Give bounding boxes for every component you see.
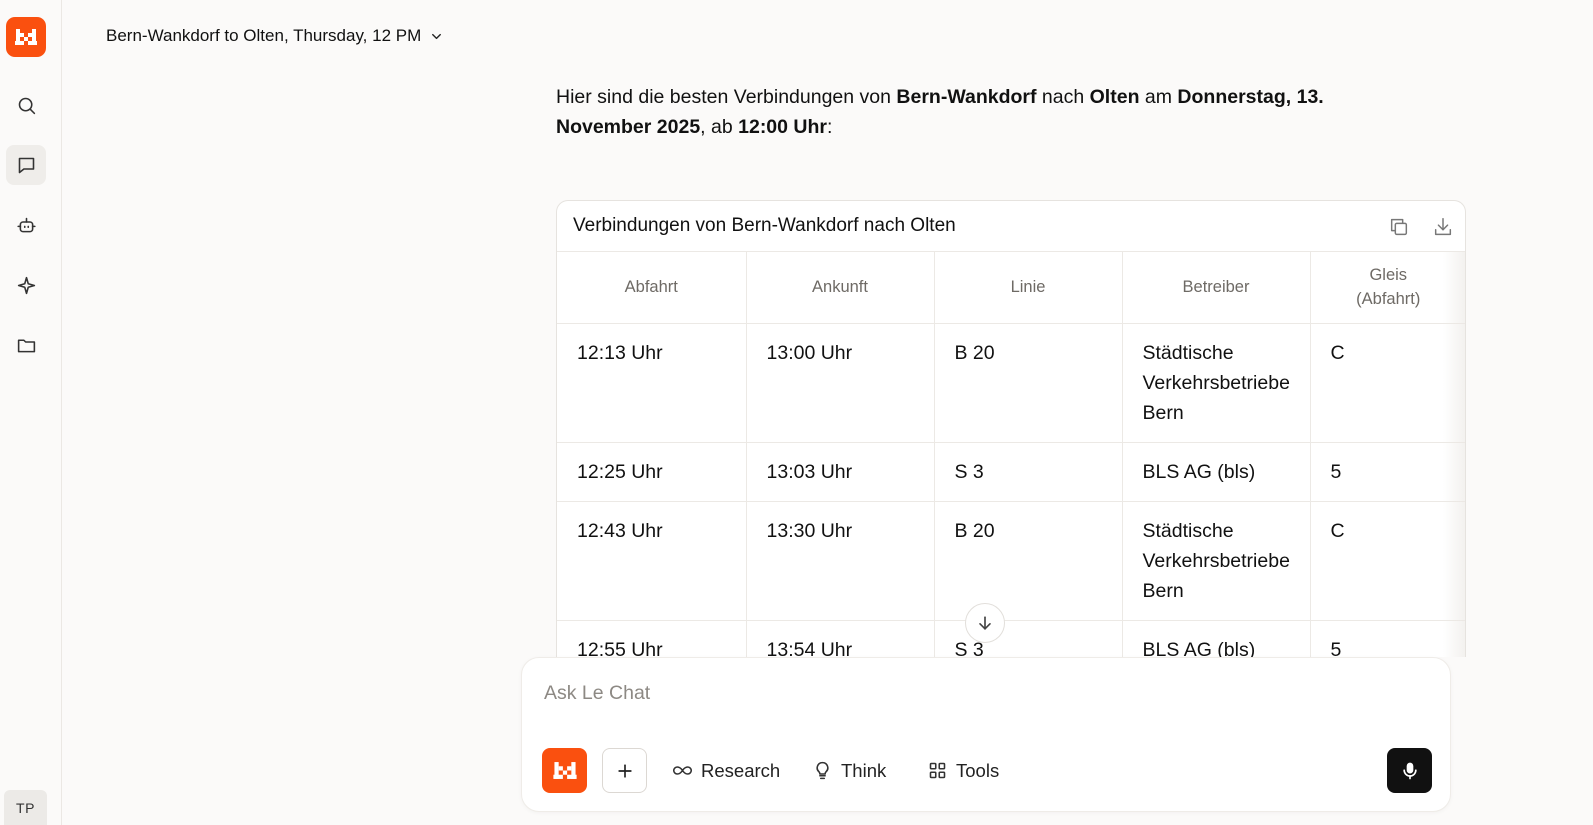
table-cell: 13:54 Uhr (746, 620, 935, 657)
mistral-logo-button[interactable] (6, 17, 46, 57)
add-attachment-button[interactable] (602, 748, 647, 793)
intro-text: , ab (700, 116, 739, 138)
sidebar-item-chat[interactable] (6, 145, 46, 185)
search-icon (18, 97, 35, 114)
table-header-row: Abfahrt Ankunft Linie Betreiber Gleis (A… (557, 252, 1465, 324)
think-button[interactable]: Think (812, 748, 886, 793)
intro-destination: Olten (1089, 86, 1140, 108)
column-header-arrival: Ankunft (746, 252, 935, 324)
table-cell: 12:25 Uhr (557, 442, 747, 502)
table-cell: B 20 (934, 323, 1123, 443)
sidebar-item-agents[interactable] (6, 205, 46, 245)
intro-origin: Bern-Wankdorf (896, 86, 1037, 108)
research-label: Research (701, 759, 781, 781)
column-header-operator: Betreiber (1122, 252, 1311, 324)
intro-text: am (1139, 86, 1178, 108)
conversation-title-dropdown[interactable]: Bern-Wankdorf to Olten, Thursday, 12 PM (106, 26, 444, 46)
arrow-down-icon (979, 616, 991, 630)
think-label: Think (841, 759, 887, 781)
table-cell: 12:43 Uhr (557, 501, 747, 621)
chat-composer: Research Think Tools (521, 657, 1451, 812)
robot-icon (16, 217, 36, 232)
horizontal-scroll-fade (1443, 252, 1465, 657)
mistral-mode-button[interactable] (542, 748, 587, 793)
plus-icon (617, 763, 632, 778)
scroll-to-bottom-button[interactable] (965, 603, 1005, 643)
column-header-departure: Abfahrt (557, 252, 747, 324)
voice-input-button[interactable] (1387, 748, 1432, 793)
table-row: 12:55 Uhr 13:54 Uhr S 3 BLS AG (bls) 5 (557, 620, 1465, 657)
lightbulb-icon (816, 761, 829, 780)
table-cell: BLS AG (bls) (1122, 442, 1311, 502)
table-cell: S 3 (934, 620, 1123, 657)
tools-label: Tools (956, 759, 1000, 781)
research-button[interactable]: Research (672, 748, 780, 793)
column-header-line: Linie (934, 252, 1123, 324)
microphone-icon (1402, 762, 1417, 779)
table-cell: 13:03 Uhr (746, 442, 935, 502)
conversation-title: Bern-Wankdorf to Olten, Thursday, 12 PM (106, 26, 422, 45)
connections-table: Abfahrt Ankunft Linie Betreiber Gleis (A… (557, 252, 1465, 657)
intro-text: Hier sind die besten Verbindungen von (556, 86, 897, 108)
mistral-logo-icon (552, 762, 577, 779)
intro-time: 12:00 Uhr (738, 116, 827, 138)
sparkle-icon (17, 276, 35, 294)
tools-button[interactable]: Tools (927, 748, 999, 793)
download-table-button[interactable] (1431, 215, 1455, 239)
table-title: Verbindungen von Bern-Wankdorf nach Olte… (573, 215, 956, 236)
grid-icon (929, 762, 946, 779)
sidebar-item-library[interactable] (6, 325, 46, 365)
table-row: 12:25 Uhr 13:03 Uhr S 3 BLS AG (bls) 5 (557, 442, 1465, 502)
connections-table-card: Verbindungen von Bern-Wankdorf nach Olte… (556, 200, 1466, 657)
chevron-down-icon (432, 33, 442, 39)
table-cell: 12:55 Uhr (557, 620, 747, 657)
user-avatar[interactable]: TP (4, 790, 47, 825)
chat-input[interactable] (544, 678, 1424, 708)
table-cell: BLS AG (bls) (1122, 620, 1311, 657)
copy-icon (1390, 218, 1408, 236)
mistral-logo-icon (15, 29, 37, 45)
table-cell: Städtische Verkehrsbetriebe Bern (1122, 501, 1311, 621)
table-row: 12:13 Uhr 13:00 Uhr B 20 Städtische Verk… (557, 323, 1465, 443)
sidebar-item-sparkle[interactable] (6, 265, 46, 305)
infinity-icon (672, 766, 693, 775)
assistant-message-intro: Hier sind die besten Verbindungen von Be… (556, 82, 1406, 142)
table-cell: B 20 (934, 501, 1123, 621)
intro-text: nach (1036, 86, 1090, 108)
download-icon (1434, 218, 1452, 236)
folder-icon (17, 338, 35, 352)
chat-bubble-icon (18, 157, 34, 173)
table-card-header: Verbindungen von Bern-Wankdorf nach Olte… (557, 201, 1465, 252)
table-row: 12:43 Uhr 13:30 Uhr B 20 Städtische Verk… (557, 501, 1465, 621)
table-cell: Städtische Verkehrsbetriebe Bern (1122, 323, 1311, 443)
table-cell: S 3 (934, 442, 1123, 502)
intro-text: : (827, 116, 833, 138)
sidebar: TP (0, 0, 62, 825)
table-cell: 12:13 Uhr (557, 323, 747, 443)
table-cell: 13:30 Uhr (746, 501, 935, 621)
sidebar-item-search[interactable] (6, 85, 46, 125)
copy-table-button[interactable] (1387, 215, 1411, 239)
table-cell: 13:00 Uhr (746, 323, 935, 443)
